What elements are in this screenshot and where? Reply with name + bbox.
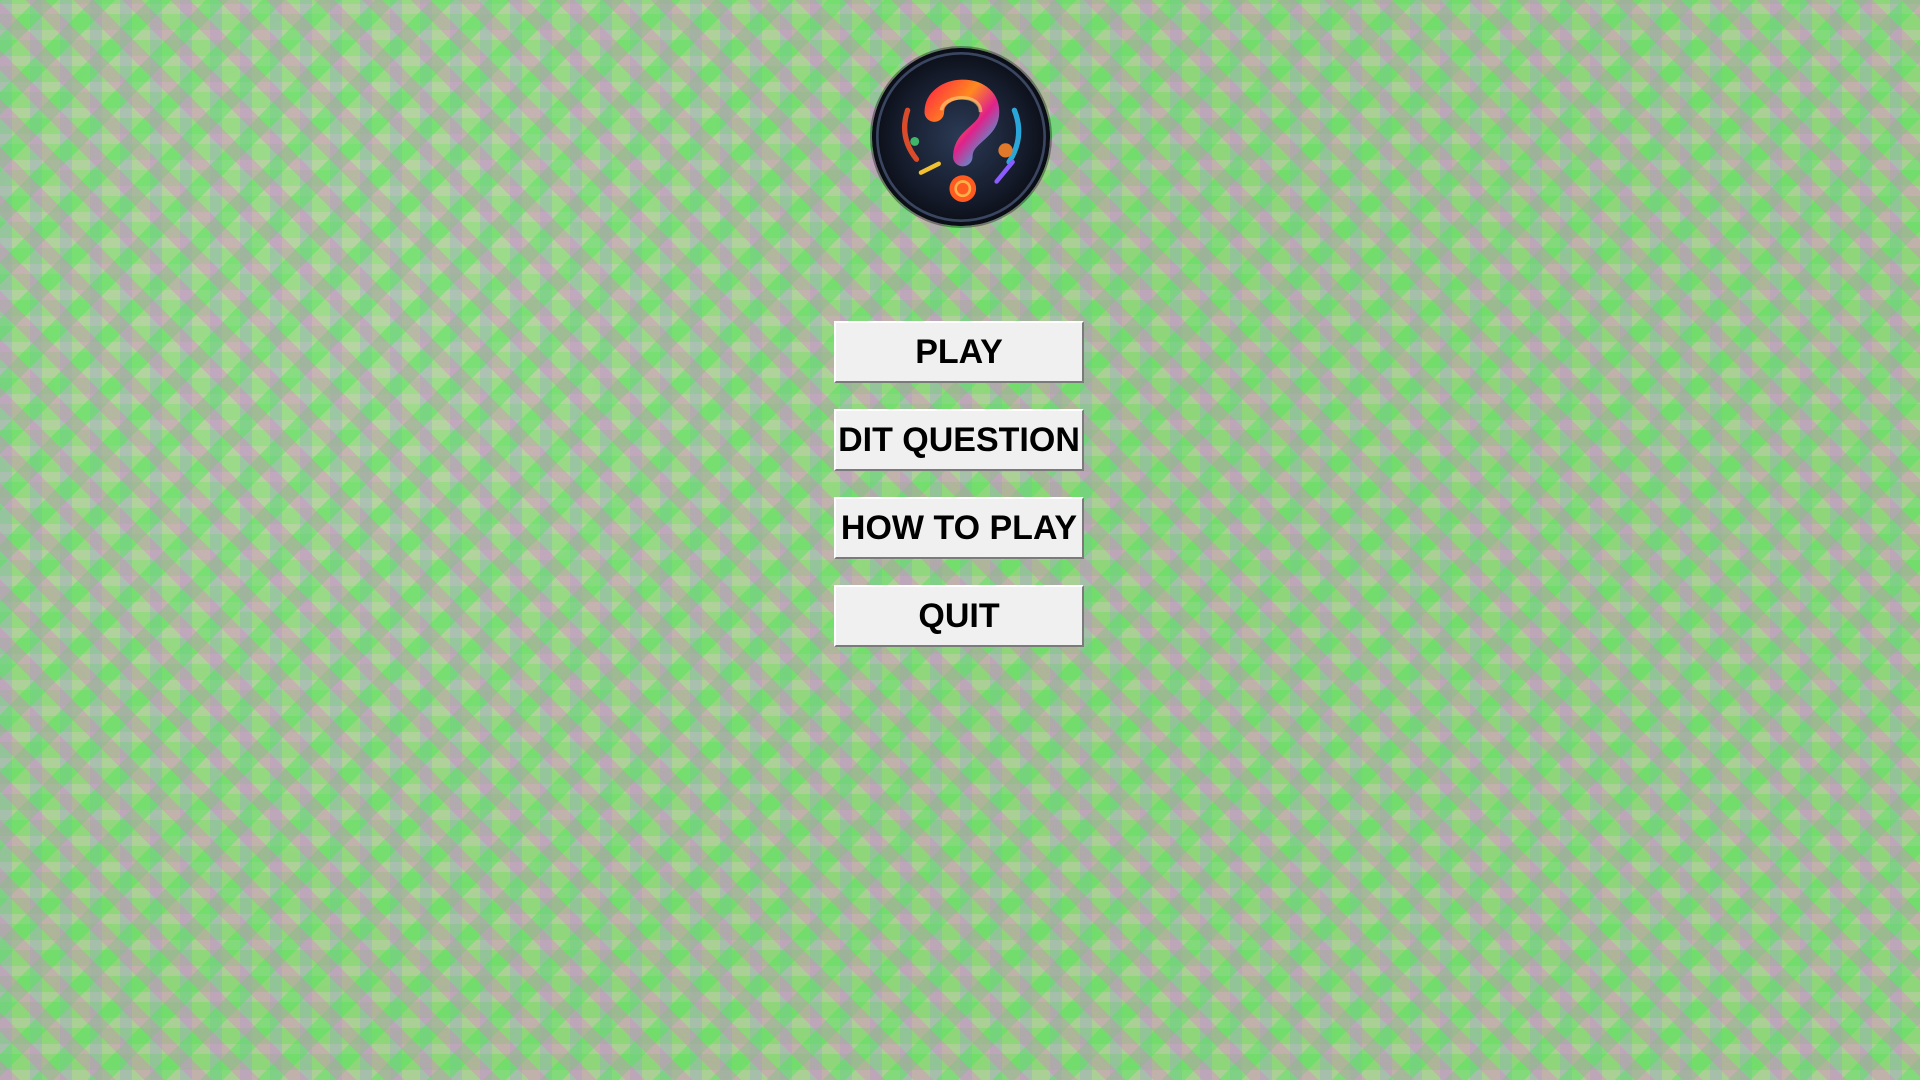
main-menu: PLAY DIT QUESTION HOW TO PLAY QUIT [834, 321, 1084, 673]
how-to-play-button[interactable]: HOW TO PLAY [834, 497, 1084, 559]
edit-question-button[interactable]: DIT QUESTION [834, 409, 1084, 471]
main-menu-screen: PLAY DIT QUESTION HOW TO PLAY QUIT [0, 0, 1920, 1080]
play-button[interactable]: PLAY [834, 321, 1084, 383]
question-mark-logo-icon [872, 48, 1050, 226]
quit-button[interactable]: QUIT [834, 585, 1084, 647]
